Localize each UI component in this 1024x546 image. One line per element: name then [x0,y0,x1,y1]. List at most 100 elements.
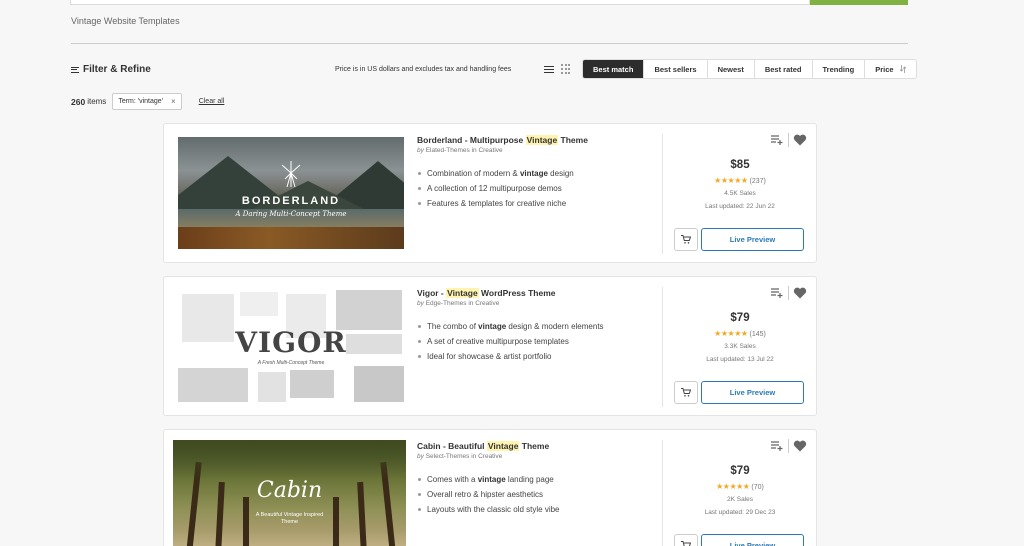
add-to-collection-icon[interactable] [771,441,783,451]
author-link[interactable]: Select-Themes [426,453,470,460]
item-updated: Last updated: 29 Dec 23 [704,509,776,516]
item-price: $85 [730,159,750,171]
add-to-collection-icon[interactable] [771,135,783,145]
sort-price[interactable]: Price [865,60,915,78]
breadcrumb[interactable]: Vintage Website Templates [71,16,180,26]
feature-item: A collection of 12 multipurpose demos [417,181,657,196]
filter-label: Filter & Refine [83,64,151,75]
item-thumbnail[interactable]: BORDERLAND A Daring Multi-Concept Theme [178,137,404,249]
feature-item: Ideal for showcase & artist portfolio [417,349,657,364]
icon-divider [788,439,789,453]
results-label: items [87,97,107,106]
live-preview-button[interactable]: Live Preview [701,381,804,404]
feature-item: Combination of modern & vintage design [417,166,657,181]
icon-divider [788,286,789,300]
rating-stars: ★★★★★ [716,482,750,491]
item-title[interactable]: Cabin - Beautiful Vintage Theme [417,440,657,452]
results-count: 260 [71,96,86,107]
list-view-icon[interactable] [544,64,554,74]
item-card: VIGOR A Fresh Multi-Concept Theme Vigor … [163,276,817,416]
feature-list: Combination of modern & vintage design A… [417,166,657,211]
sort-trending[interactable]: Trending [813,60,866,78]
column-divider [662,287,663,407]
item-byline: by Elated-Themes in Creative [417,147,503,154]
item-info: Vigor - Vintage WordPress Theme by Edge-… [417,287,657,364]
item-rating: ★★★★★ (237) [664,176,816,185]
add-to-collection-icon[interactable] [771,288,783,298]
thumb-subtitle: A Beautiful Vintage Inspired Theme [255,512,324,525]
item-price: $79 [730,312,750,324]
item-thumbnail[interactable]: VIGOR A Fresh Multi-Concept Theme [178,290,404,402]
rating-count: (237) [749,178,766,185]
add-to-cart-button[interactable] [674,534,698,546]
price-note: Price is in US dollars and excludes tax … [335,66,512,73]
item-updated: Last updated: 13 Jul 22 [706,356,774,363]
grid-view-icon[interactable] [561,64,571,74]
sort-best-match[interactable]: Best match [583,60,645,78]
sort-newest[interactable]: Newest [708,60,755,78]
favorite-heart-icon[interactable] [793,286,807,300]
term-chip: Term: 'vintage' × [112,93,182,110]
title-highlight: Vintage [525,135,559,145]
rating-count: (145) [749,331,766,338]
feature-item: Overall retro & hipster aesthetics [417,487,657,502]
thumb-title: VIGOR [235,326,347,359]
feature-item: The combo of vintage design & modern ele… [417,319,657,334]
item-title[interactable]: Borderland - Multipurpose Vintage Theme [417,134,657,146]
item-purchase: $85 ★★★★★ (237) 4.5K Sales Last updated:… [664,124,818,264]
favorite-heart-icon[interactable] [793,133,807,147]
item-sales: 4.5K Sales [724,190,756,197]
filter-icon [71,65,79,74]
item-purchase: $79 ★★★★★ (145) 3.3K Sales Last updated:… [664,277,818,417]
results-row: 260 items Term: 'vintage' × Clear all [71,93,224,110]
cart-icon [681,388,691,397]
sort-arrows-icon [899,65,906,73]
item-info: Cabin - Beautiful Vintage Theme by Selec… [417,440,657,517]
search-button[interactable] [810,0,908,5]
divider [71,43,908,44]
rating-stars: ★★★★★ [714,329,748,338]
item-byline: by Edge-Themes in Creative [417,300,500,307]
live-preview-button[interactable]: Live Preview [701,534,804,546]
title-highlight: Vintage [446,288,479,298]
sort-best-sellers[interactable]: Best sellers [644,60,708,78]
filter-refine-button[interactable]: Filter & Refine [71,64,151,75]
live-preview-button[interactable]: Live Preview [701,228,804,251]
item-rating: ★★★★★ (70) [664,482,816,491]
clear-all-link[interactable]: Clear all [199,98,225,105]
category-link[interactable]: Creative [475,300,499,307]
item-byline: by Select-Themes in Creative [417,453,503,460]
favorite-heart-icon[interactable] [793,439,807,453]
sort-best-rated[interactable]: Best rated [755,60,813,78]
add-to-cart-button[interactable] [674,381,698,404]
item-title[interactable]: Vigor - Vintage WordPress Theme [417,287,657,299]
thumb-subtitle: A Daring Multi-Concept Theme [235,210,347,218]
search-input[interactable] [70,0,810,5]
item-sales: 2K Sales [726,496,754,503]
item-card: Cabin A Beautiful Vintage Inspired Theme… [163,429,817,546]
category-link[interactable]: Creative [478,147,502,154]
item-updated: Last updated: 22 Jun 22 [705,203,775,210]
thumb-title: Cabin [256,478,323,503]
author-link[interactable]: Edge-Themes [426,300,467,307]
feature-item: A set of creative multipurpose templates [417,334,657,349]
feature-item: Comes with a vintage landing page [417,472,657,487]
feature-list: Comes with a vintage landing page Overal… [417,472,657,517]
thumb-title: BORDERLAND [241,195,341,207]
remove-term-icon[interactable]: × [171,97,176,106]
category-link[interactable]: Creative [478,453,502,460]
item-thumbnail[interactable]: Cabin A Beautiful Vintage Inspired Theme [173,440,406,546]
feature-item: Features & templates for creative niche [417,196,657,211]
cart-icon [681,235,691,244]
sort-price-label: Price [875,64,894,74]
column-divider [662,134,663,254]
add-to-cart-button[interactable] [674,228,698,251]
item-sales: 3.3K Sales [724,343,756,350]
author-link[interactable]: Elated-Themes [426,147,470,154]
feature-item: Layouts with the classic old style vibe [417,502,657,517]
item-card: BORDERLAND A Daring Multi-Concept Theme … [163,123,817,263]
item-price: $79 [730,465,750,477]
title-highlight: Vintage [486,441,520,451]
item-purchase: $79 ★★★★★ (70) 2K Sales Last updated: 29… [664,430,818,546]
thumb-subtitle: A Fresh Multi-Concept Theme [257,360,325,366]
